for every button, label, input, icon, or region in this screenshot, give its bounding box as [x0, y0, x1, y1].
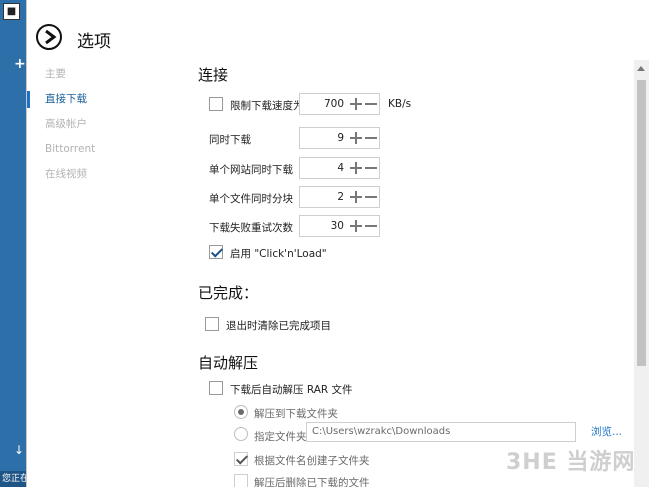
custom-folder-radio[interactable]: [234, 427, 248, 441]
extract-rar-checkbox[interactable]: [209, 381, 223, 395]
simultaneous-downloads-label: 同时下载: [209, 134, 251, 146]
increment-icon[interactable]: [349, 216, 363, 236]
dialog-header: 选项: [27, 0, 650, 60]
delete-after-extract-label: 解压后删除已下载的文件: [254, 477, 370, 487]
per-file-chunks-label: 单个文件同时分块: [209, 193, 293, 205]
retry-count-label: 下载失败重试次数: [209, 222, 293, 234]
per-site-downloads-stepper[interactable]: 4: [299, 157, 380, 179]
decrement-icon[interactable]: [364, 94, 378, 114]
speed-unit-label: KB/s: [388, 98, 412, 110]
create-subfolder-label: 根据文件名创建子文件夹: [254, 455, 370, 467]
chevron-right-icon: [45, 30, 57, 44]
limit-speed-stepper[interactable]: 700: [299, 93, 380, 115]
settings-content: 连接 限制下载速度为 700 KB/s 同时下载 9 单个网站同时下载 4 单个…: [198, 60, 628, 487]
watermark: 3HE 当游网: [506, 441, 636, 477]
per-file-chunks-stepper[interactable]: 2: [299, 186, 380, 208]
extract-rar-label: 下载后自动解压 RAR 文件: [230, 384, 353, 396]
increment-icon[interactable]: [349, 128, 363, 148]
background-app-window: ■ + ↓ 您正在: [0, 0, 26, 487]
sidebar-item-online-video[interactable]: 在线视频: [27, 162, 177, 187]
increment-icon[interactable]: [349, 158, 363, 178]
scrollbar-thumb[interactable]: [637, 80, 646, 366]
vertical-scrollbar[interactable]: [634, 60, 649, 487]
scroll-up-arrow-icon[interactable]: [637, 66, 645, 71]
section-title-auto-extract: 自动解压: [198, 354, 259, 372]
sidebar-item-bittorrent[interactable]: Bittorrent: [27, 137, 177, 162]
decrement-icon[interactable]: [364, 216, 378, 236]
sidebar-nav: 主要 直接下载 高级帐户 Bittorrent 在线视频: [27, 62, 177, 187]
simultaneous-downloads-stepper[interactable]: 9: [299, 127, 380, 149]
decrement-icon[interactable]: [364, 187, 378, 207]
extract-to-download-label: 解压到下载文件夹: [254, 408, 338, 420]
custom-folder-path-input[interactable]: C:\Users\wzrakc\Downloads: [306, 422, 576, 442]
watermark-text: 3HE 当游网: [506, 450, 636, 475]
clear-on-exit-label: 退出时清除已完成项目: [226, 320, 331, 332]
back-button[interactable]: [36, 24, 62, 50]
clicknload-label: 启用 "Click'n'Load": [230, 248, 327, 260]
extract-to-download-radio[interactable]: [234, 405, 248, 419]
download-arrow-icon: ↓: [14, 443, 25, 457]
simultaneous-downloads-value[interactable]: 9: [304, 128, 344, 148]
status-bar: 您正在: [0, 471, 26, 487]
decrement-icon[interactable]: [364, 128, 378, 148]
decrement-icon[interactable]: [364, 158, 378, 178]
section-title-connection: 连接: [198, 66, 229, 84]
increment-icon[interactable]: [349, 187, 363, 207]
app-logo-icon: ■: [3, 3, 20, 20]
retry-count-value[interactable]: 30: [304, 216, 344, 236]
increment-icon[interactable]: [349, 94, 363, 114]
sidebar-item-main[interactable]: 主要: [27, 62, 177, 87]
page-title: 选项: [77, 32, 111, 52]
sidebar-item-direct-download[interactable]: 直接下载: [27, 87, 177, 112]
retry-count-stepper[interactable]: 30: [299, 215, 380, 237]
clicknload-checkbox[interactable]: [209, 245, 223, 259]
options-dialog: 选项 主要 直接下载 高级帐户 Bittorrent 在线视频 连接 限制下载速…: [26, 0, 650, 487]
custom-folder-label: 指定文件夹: [254, 431, 307, 443]
delete-after-extract-checkbox[interactable]: [234, 474, 248, 487]
section-title-completed: 已完成：: [198, 284, 259, 302]
sidebar-item-premium-accounts[interactable]: 高级帐户: [27, 112, 177, 137]
add-icon[interactable]: +: [14, 56, 26, 72]
browse-link[interactable]: 浏览...: [591, 424, 622, 439]
create-subfolder-checkbox[interactable]: [234, 452, 248, 466]
limit-speed-checkbox[interactable]: [209, 97, 223, 111]
limit-speed-value[interactable]: 700: [304, 94, 344, 114]
per-site-downloads-value[interactable]: 4: [304, 158, 344, 178]
per-site-downloads-label: 单个网站同时下载: [209, 164, 293, 176]
limit-speed-label: 限制下载速度为: [230, 100, 304, 112]
clear-on-exit-checkbox[interactable]: [205, 317, 219, 331]
per-file-chunks-value[interactable]: 2: [304, 187, 344, 207]
